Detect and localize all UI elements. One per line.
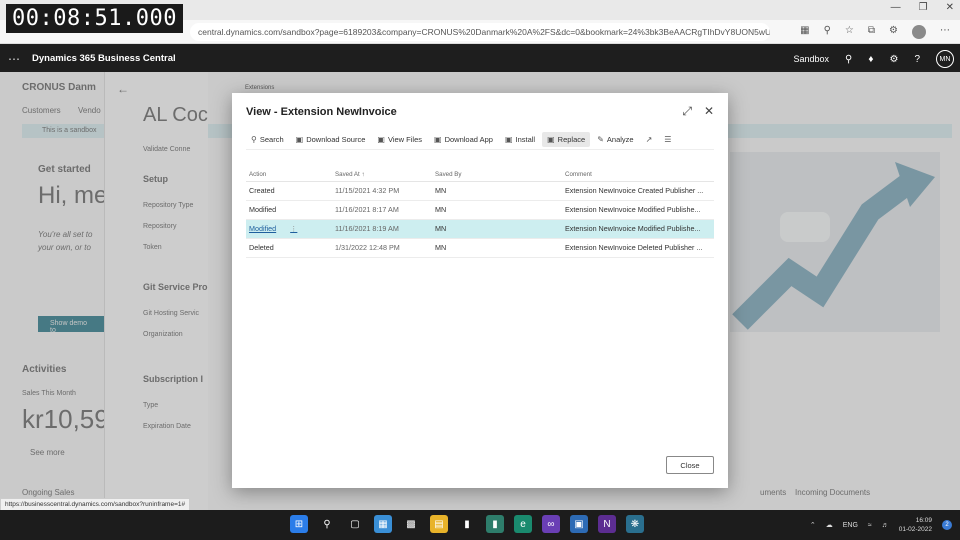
cell-saved-at: 11/16/2021 8:19 AM (332, 219, 432, 239)
chart-app-icon[interactable]: ▮ (458, 515, 476, 533)
settings-icon[interactable]: ⚙ (889, 54, 898, 65)
install-button[interactable]: ▣ Install (500, 132, 540, 147)
cell-saved-by: MN (432, 238, 562, 258)
cell-saved-by: MN (432, 200, 562, 220)
teams-icon[interactable]: ▩ (402, 515, 420, 533)
system-tray: ⌃ ☁ ENG ≈ ♬ 16:09 01-02-2022 2 (810, 516, 952, 534)
close-button[interactable]: Close (666, 456, 714, 474)
cell-action[interactable]: Deleted (246, 238, 332, 258)
window-controls: — ❐ ✕ (891, 2, 954, 13)
column-action[interactable]: Action (246, 169, 332, 182)
collections-icon[interactable]: ⧉ (868, 25, 875, 39)
file-explorer-icon[interactable]: ▤ (430, 515, 448, 533)
search-icon: ⚲ (251, 135, 257, 144)
address-bar[interactable]: central.dynamics.com/sandbox?page=618920… (190, 23, 770, 41)
remote-desktop-icon[interactable]: ▣ (570, 515, 588, 533)
clock[interactable]: 16:09 01-02-2022 (899, 516, 932, 534)
document-icon: ▣ (504, 135, 513, 144)
chevron-up-icon[interactable]: ⌃ (810, 521, 816, 529)
cell-comment: Extension NewInvoice Deleted Publisher .… (562, 238, 714, 258)
column-saved-by[interactable]: Saved By (432, 169, 562, 182)
search-icon[interactable]: ⚲ (845, 54, 852, 65)
close-window-icon[interactable]: ✕ (946, 2, 954, 13)
recording-timer: 00:08:51.000 (6, 4, 183, 33)
chart-app-2-icon[interactable]: ▮ (486, 515, 504, 533)
share-button[interactable]: ↗ (641, 132, 658, 147)
widgets-icon[interactable]: ▦ (374, 515, 392, 533)
search-button[interactable]: ⚲ Search (246, 132, 289, 147)
search-icon[interactable]: ⚲ (318, 515, 336, 533)
settings-app-icon[interactable]: ❋ (626, 515, 644, 533)
cell-action[interactable]: Created (246, 181, 332, 201)
view-files-button[interactable]: ▣ View Files (372, 132, 427, 147)
visual-studio-icon[interactable]: ∞ (542, 515, 560, 533)
document-icon: ✎ (597, 135, 604, 144)
edge-icon[interactable]: e (514, 515, 532, 533)
browser-toolbar: ▦ ⚲ ☆ ⧉ ⚙ ⋯ (800, 25, 950, 39)
extension-view-dialog: View - Extension NewInvoice ⤢ ✕ ⚲ Search … (232, 93, 728, 488)
profile-avatar[interactable] (912, 25, 926, 39)
versions-table: Action Saved At ↑ Saved By Comment Creat… (246, 169, 714, 258)
app-title: Dynamics 365 Business Central (32, 53, 176, 64)
document-icon: ▣ (547, 135, 555, 144)
column-comment[interactable]: Comment (562, 169, 714, 182)
document-icon: ▣ (295, 135, 304, 144)
zoom-icon[interactable]: ⚲ (824, 25, 831, 39)
download-app-button[interactable]: ▣ Download App (429, 132, 498, 147)
extensions-icon[interactable]: ⚙ (889, 25, 898, 39)
table-row[interactable]: Deleted 1/31/2022 12:48 PM MN Extension … (246, 238, 714, 258)
table-row-selected[interactable]: Modified ⋮ 11/16/2021 8:19 AM MN Extensio… (246, 219, 714, 239)
expand-icon[interactable]: ⤢ (682, 104, 692, 119)
cell-saved-at: 1/31/2022 12:48 PM (332, 238, 432, 258)
bc-header: ⋯ Dynamics 365 Business Central Sandbox … (0, 44, 960, 72)
cell-action[interactable]: Modified (246, 200, 332, 220)
volume-icon[interactable]: ♬ (882, 522, 889, 529)
notification-badge[interactable]: 2 (942, 520, 952, 530)
cloud-icon[interactable]: ☁ (826, 521, 833, 529)
dialog-toolbar: ⚲ Search ▣ Download Source ▣ View Files ▣ Do… (246, 130, 714, 150)
table-row[interactable]: Modified 11/16/2021 8:17 AM MN Extension… (246, 200, 714, 220)
share-icon: ↗ (645, 135, 653, 144)
more-icon[interactable]: ⋯ (940, 25, 950, 39)
bell-icon[interactable]: ♦ (868, 54, 873, 65)
favorite-icon[interactable]: ☆ (845, 25, 854, 39)
row-menu-icon[interactable]: ⋮ (290, 224, 297, 233)
replace-button[interactable]: ▣ Replace (542, 132, 591, 147)
vs-icon[interactable]: N (598, 515, 616, 533)
cell-comment: Extension NewInvoice Modified Publishe..… (562, 200, 714, 220)
minimize-icon[interactable]: — (891, 2, 901, 13)
user-avatar[interactable]: MN (936, 50, 954, 68)
table-header-row: Action Saved At ↑ Saved By Comment (246, 169, 714, 182)
document-icon: ▣ (434, 135, 442, 144)
table-row[interactable]: Created 11/15/2021 4:32 PM MN Extension … (246, 181, 714, 201)
analyze-button[interactable]: ✎ Analyze (592, 132, 638, 147)
wifi-icon[interactable]: ≈ (868, 522, 872, 529)
close-icon[interactable]: ✕ (704, 104, 714, 119)
app-launcher-icon[interactable]: ⋯ (8, 52, 20, 66)
extensions-breadcrumb: Extensions (245, 85, 275, 91)
cell-comment: Extension NewInvoice Modified Publishe..… (562, 219, 714, 239)
environment-label: Sandbox (793, 54, 830, 64)
maximize-icon[interactable]: ❐ (919, 2, 928, 13)
cell-saved-by: MN (432, 181, 562, 201)
help-icon[interactable]: ? (914, 54, 920, 65)
lang-indicator[interactable]: ENG (843, 522, 858, 529)
cell-action-link[interactable]: Modified ⋮ (246, 219, 332, 239)
taskbar: ⊞ ⚲ ▢ ▦ ▩ ▤ ▮ ▮ e ∞ ▣ N ❋ ⌃ ☁ ENG ≈ ♬ 16… (0, 510, 960, 540)
dialog-title: View - Extension NewInvoice (246, 106, 397, 118)
files-icon: ▣ (377, 135, 385, 144)
cell-saved-by: MN (432, 219, 562, 239)
column-saved-at[interactable]: Saved At ↑ (332, 169, 432, 182)
start-icon[interactable]: ⊞ (290, 515, 308, 533)
list-options-button[interactable]: ☰ (659, 132, 676, 147)
cell-comment: Extension NewInvoice Created Publisher .… (562, 181, 714, 201)
cell-saved-at: 11/16/2021 8:17 AM (332, 200, 432, 220)
task-view-icon[interactable]: ▢ (346, 515, 364, 533)
reader-icon[interactable]: ▦ (800, 25, 809, 39)
download-source-button[interactable]: ▣ Download Source (291, 132, 371, 147)
cell-saved-at: 11/15/2021 4:32 PM (332, 181, 432, 201)
menu-icon: ☰ (664, 135, 672, 144)
